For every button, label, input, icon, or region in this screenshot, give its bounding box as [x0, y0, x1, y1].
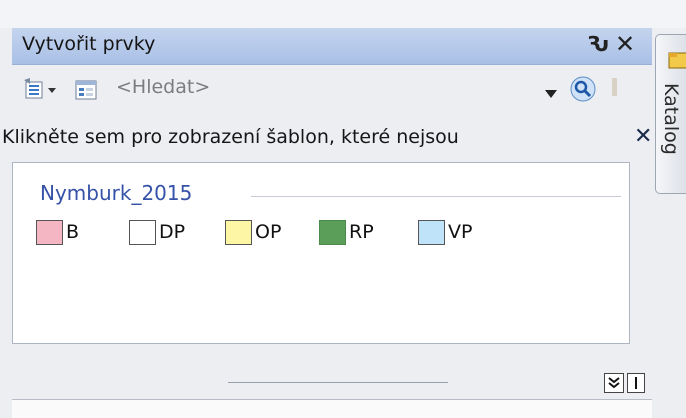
hidden-templates-notice[interactable]: Klikněte sem pro zobrazení šablon, které…	[2, 120, 664, 154]
swatch-b	[36, 220, 63, 245]
template-item-b[interactable]: B	[36, 216, 100, 250]
top-strip	[0, 0, 686, 28]
panel-title-bar[interactable]: Vytvořit prvky Ԅ ✕	[12, 28, 652, 65]
divider-toggle-icon[interactable]	[627, 373, 645, 393]
template-item-vp[interactable]: VP	[418, 216, 498, 250]
template-item-dp[interactable]: DP	[129, 216, 209, 250]
dismiss-notice-button[interactable]: ✕	[634, 124, 652, 149]
template-item-op[interactable]: OP	[225, 216, 305, 250]
template-label: DP	[159, 221, 186, 243]
organize-templates-icon[interactable]	[24, 78, 60, 102]
catalog-icon	[668, 51, 686, 71]
create-features-panel: Vytvořit prvky Ԅ ✕ <Hledat> Klikněte sem…	[2, 28, 659, 418]
collapse-down-icon[interactable]	[604, 373, 624, 393]
cut-tool-icon[interactable]	[608, 76, 622, 100]
swatch-vp	[418, 220, 445, 245]
template-group-label: Nymburk_2015	[40, 181, 193, 205]
search-icon[interactable]	[570, 76, 596, 102]
templates-list: Nymburk_2015 B DP OP RP VP	[12, 162, 630, 344]
construction-tools-panel	[12, 399, 652, 418]
panel-title: Vytvořit prvky	[22, 33, 156, 55]
swatch-rp	[319, 220, 346, 245]
group-divider	[251, 196, 621, 197]
catalog-side-tab[interactable]: Katalog	[655, 34, 686, 194]
template-search-input[interactable]	[112, 72, 540, 102]
template-label: VP	[448, 221, 473, 243]
template-label: RP	[349, 221, 374, 243]
template-label: B	[66, 221, 80, 243]
search-dropdown-arrow-icon[interactable]	[544, 84, 558, 98]
view-templates-icon[interactable]	[74, 78, 102, 102]
template-label: OP	[255, 221, 282, 243]
pin-icon[interactable]: Ԅ	[587, 32, 609, 56]
close-panel-button[interactable]: ✕	[615, 30, 635, 58]
notice-text[interactable]: Klikněte sem pro zobrazení šablon, které…	[2, 126, 459, 148]
templates-toolbar	[12, 66, 652, 108]
catalog-tab-label: Katalog	[660, 83, 682, 155]
swatch-op	[225, 220, 252, 245]
swatch-dp	[129, 220, 156, 245]
template-item-rp[interactable]: RP	[319, 216, 399, 250]
panel-splitter[interactable]	[228, 382, 448, 383]
